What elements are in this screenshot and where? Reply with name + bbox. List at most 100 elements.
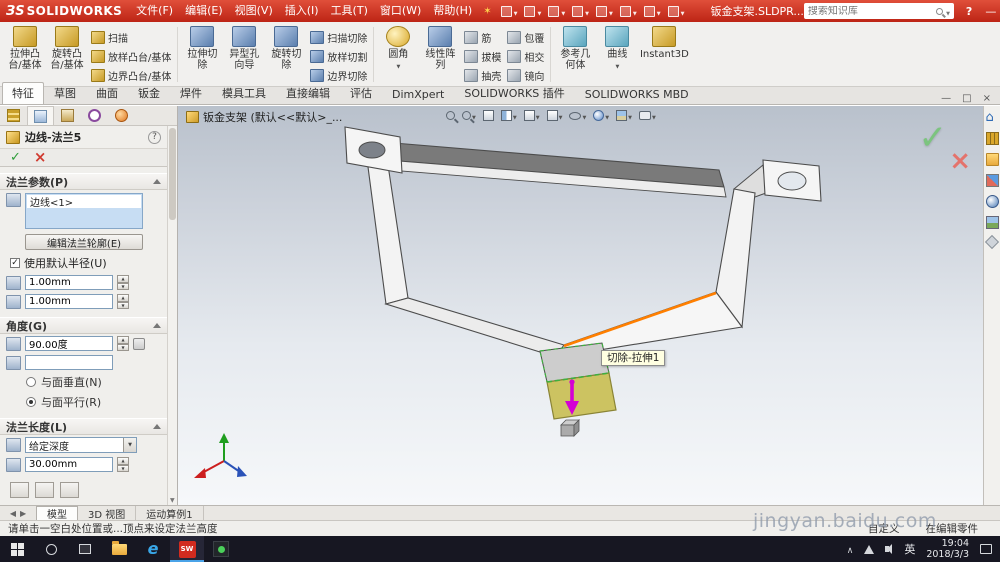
hide-show-items-button[interactable] bbox=[569, 109, 586, 122]
chevron-down-icon[interactable] bbox=[514, 5, 518, 18]
file-explorer-button[interactable] bbox=[102, 536, 136, 562]
view-palette-icon[interactable] bbox=[985, 174, 999, 187]
spin-down-icon[interactable] bbox=[117, 464, 129, 472]
spin-up-icon[interactable] bbox=[117, 457, 129, 465]
bracket-left-arm[interactable] bbox=[367, 164, 409, 305]
menu-file[interactable]: 文件(F) bbox=[130, 0, 179, 22]
menu-insert[interactable]: 插入(I) bbox=[279, 0, 325, 22]
chevron-down-icon[interactable] bbox=[615, 60, 619, 73]
doc-minimize-button[interactable]: — bbox=[941, 93, 951, 104]
model-3d-view[interactable] bbox=[178, 106, 983, 505]
undo-button[interactable] bbox=[596, 5, 613, 18]
start-button[interactable] bbox=[0, 536, 34, 562]
viewport-accept-button[interactable] bbox=[919, 118, 948, 158]
doc-restore-button[interactable]: □ bbox=[962, 93, 971, 104]
select-button[interactable] bbox=[619, 5, 637, 18]
menu-edit[interactable]: 编辑(E) bbox=[179, 0, 229, 22]
spin-down-icon[interactable] bbox=[117, 301, 129, 309]
cancel-button[interactable] bbox=[34, 150, 47, 165]
right-mount-hole[interactable] bbox=[777, 171, 807, 191]
motion-study-tab[interactable]: 运动算例1 bbox=[136, 506, 204, 521]
save-button[interactable] bbox=[548, 5, 565, 18]
collapse-chevron-icon[interactable] bbox=[153, 179, 161, 184]
tab-sheet-metal[interactable]: 钣金 bbox=[128, 82, 170, 104]
chevron-down-icon[interactable] bbox=[657, 5, 661, 18]
outer-virtual-sharp-button[interactable] bbox=[10, 482, 29, 498]
tab-prev-icon[interactable]: ◀ bbox=[10, 509, 16, 518]
rib-button[interactable]: 筋 bbox=[464, 28, 501, 46]
tab-weldments[interactable]: 焊件 bbox=[170, 82, 212, 104]
cortana-search-button[interactable] bbox=[34, 536, 68, 562]
rebuild-button[interactable] bbox=[643, 5, 661, 18]
doc-close-button[interactable]: × bbox=[983, 93, 991, 104]
menu-window[interactable]: 窗口(W) bbox=[374, 0, 427, 22]
angle-header[interactable]: 角度(G) bbox=[0, 317, 167, 334]
spin-up-icon[interactable] bbox=[117, 294, 129, 302]
reference-geometry-button[interactable]: 参考几 何体 bbox=[554, 24, 596, 85]
chevron-down-icon[interactable] bbox=[609, 5, 613, 18]
collapse-chevron-icon[interactable] bbox=[153, 424, 161, 429]
hidden-icons-chevron-icon[interactable] bbox=[847, 543, 854, 556]
help-button[interactable]: ? bbox=[966, 5, 972, 18]
search-icon[interactable] bbox=[936, 7, 944, 15]
view-settings-button[interactable] bbox=[639, 109, 656, 122]
bend-radius-spinner[interactable] bbox=[117, 275, 129, 290]
radio-icon[interactable] bbox=[26, 377, 36, 387]
featuremanager-tree-tab[interactable] bbox=[0, 106, 27, 125]
lofted-boss-button[interactable]: 放样凸台/基体 bbox=[91, 47, 171, 65]
lofted-cut-button[interactable]: 放样切割 bbox=[310, 47, 367, 65]
flange-drag-handle[interactable] bbox=[569, 379, 575, 385]
scrollbar-thumb[interactable] bbox=[169, 128, 176, 220]
design-library-icon[interactable] bbox=[985, 132, 999, 145]
selected-edge-item[interactable]: 边线<1> bbox=[27, 195, 141, 209]
viewport-cancel-button[interactable] bbox=[949, 146, 971, 176]
graphics-viewport[interactable]: 钣金支架 (默认<<默认>_... 切除-拉伸1 bbox=[178, 106, 983, 505]
tab-nav-arrows[interactable]: ◀ ▶ bbox=[0, 506, 36, 520]
document-tab[interactable]: 钣金支架 (默认<<默认>_... bbox=[186, 109, 342, 125]
displaymanager-tab[interactable] bbox=[108, 106, 135, 125]
left-mount-hole[interactable] bbox=[358, 141, 386, 159]
chevron-down-icon[interactable] bbox=[628, 109, 632, 122]
task-view-button[interactable] bbox=[68, 536, 102, 562]
chevron-down-icon[interactable] bbox=[652, 109, 656, 122]
clock[interactable]: 19:04 2018/3/3 bbox=[926, 538, 969, 560]
collapse-chevron-icon[interactable] bbox=[153, 323, 161, 328]
parallel-to-face-option[interactable]: 与面平行(R) bbox=[0, 392, 167, 412]
checkbox-checked-icon[interactable] bbox=[10, 258, 20, 268]
edge-browser-button[interactable]: e bbox=[136, 536, 170, 562]
chevron-down-icon[interactable] bbox=[536, 109, 540, 122]
file-explorer-icon[interactable] bbox=[985, 153, 999, 166]
minimize-button[interactable]: — bbox=[985, 5, 996, 18]
chevron-down-icon[interactable] bbox=[537, 5, 541, 18]
previous-view-button[interactable] bbox=[482, 110, 494, 121]
flange-length-header[interactable]: 法兰长度(L) bbox=[0, 418, 167, 435]
hole-wizard-button[interactable]: 异型孔 向导 bbox=[223, 24, 265, 85]
bracket-lower-left-band[interactable] bbox=[384, 297, 565, 358]
search-input[interactable] bbox=[807, 5, 937, 17]
scroll-down-icon[interactable]: ▼ bbox=[170, 497, 175, 504]
radio-selected-icon[interactable] bbox=[26, 397, 36, 407]
spin-up-icon[interactable] bbox=[117, 275, 129, 283]
chevron-down-icon[interactable] bbox=[605, 109, 609, 122]
edit-flange-profile-button[interactable]: 编辑法兰轮廓(E) bbox=[25, 234, 143, 250]
chevron-down-icon[interactable] bbox=[681, 5, 685, 18]
spin-down-icon[interactable] bbox=[117, 343, 129, 351]
tab-mold-tools[interactable]: 模具工具 bbox=[212, 82, 276, 104]
chevron-down-icon[interactable] bbox=[585, 5, 589, 18]
network-icon[interactable] bbox=[864, 544, 875, 554]
zoom-fit-button[interactable] bbox=[446, 111, 455, 120]
home-icon[interactable] bbox=[986, 111, 999, 124]
action-center-icon[interactable] bbox=[980, 544, 992, 554]
spin-up-icon[interactable] bbox=[117, 336, 129, 344]
chevron-down-icon[interactable] bbox=[396, 60, 400, 73]
end-condition-dropdown[interactable]: 给定深度 bbox=[25, 437, 137, 453]
menu-tools[interactable]: 工具(T) bbox=[325, 0, 374, 22]
model-tab[interactable]: 模型 bbox=[36, 506, 78, 521]
linear-pattern-button[interactable]: 线性阵 列 bbox=[419, 24, 461, 85]
flange-parameters-header[interactable]: 法兰参数(P) bbox=[0, 173, 167, 190]
chevron-down-icon[interactable] bbox=[561, 5, 565, 18]
section-view-button[interactable] bbox=[500, 109, 517, 122]
tab-features[interactable]: 特征 bbox=[2, 82, 44, 104]
use-default-radius-row[interactable]: 使用默认半径(U) bbox=[0, 252, 167, 273]
edge-selection-listbox[interactable]: 边线<1> bbox=[25, 193, 143, 229]
